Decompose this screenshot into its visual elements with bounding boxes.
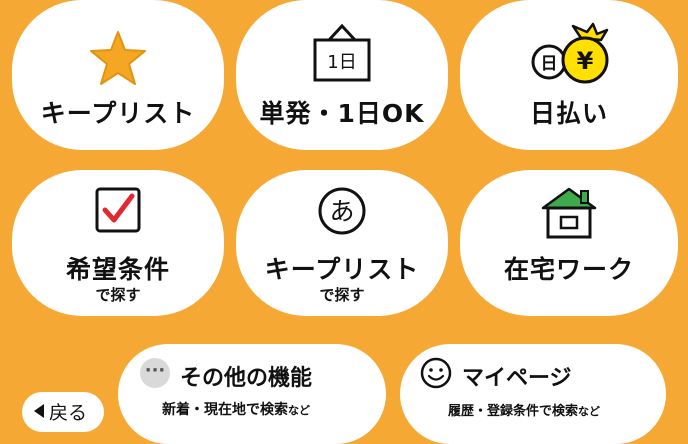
back-button[interactable]: 戻る (22, 392, 104, 432)
my-page-subtitle: 履歴・登録条件で検索など (448, 400, 600, 419)
subtitle-suffix: など (288, 404, 310, 417)
tile-title: 単発・1日OK (259, 99, 425, 128)
smiley-icon (420, 357, 452, 389)
my-page-button[interactable]: マイページ 履歴・登録条件で検索など (400, 344, 666, 444)
tile-subtitle: で探す (95, 286, 141, 304)
yen-icon-text: ¥ (577, 47, 594, 75)
more-dots-icon: ··· (140, 358, 170, 388)
subtitle-main: 履歴・登録条件で検索 (448, 404, 579, 419)
star-icon (89, 30, 147, 86)
one-day-ok-tile[interactable]: 1日 単発・1日OK (236, 0, 448, 150)
other-features-button[interactable]: ··· その他の機能 新着・現在地で検索など (118, 344, 386, 444)
calendar-icon-text: 1日 (327, 52, 356, 73)
hiragana-a-icon: あ (317, 186, 367, 236)
tile-title: 在宅ワーク (503, 255, 634, 284)
my-page-title: マイページ (462, 366, 572, 391)
house-icon (541, 186, 597, 240)
daily-pay-tile[interactable]: 日 ¥ 日払い (460, 0, 678, 150)
tile-title: 希望条件 (65, 255, 170, 284)
remote-work-tile[interactable]: 在宅ワーク (460, 170, 678, 316)
back-arrow-icon (34, 404, 44, 418)
calendar-1-day-icon: 1日 (311, 20, 373, 84)
subtitle-suffix: など (578, 405, 601, 418)
back-label: 戻る (49, 402, 88, 424)
hiragana-icon-text: あ (329, 197, 354, 226)
tile-title: キープリスト (40, 99, 196, 128)
tile-subtitle: で探す (319, 286, 365, 304)
tile-title: キープリスト (264, 255, 420, 284)
day-icon-text: 日 (541, 54, 558, 74)
checkbox-icon (94, 186, 142, 234)
search-by-conditions-tile[interactable]: 希望条件 で探す (12, 170, 224, 316)
search-by-keep-list-tile[interactable]: あ キープリスト で探す (236, 170, 448, 316)
other-features-subtitle: 新着・現在地で検索など (162, 399, 310, 419)
daily-pay-coin-icon: 日 ¥ (527, 22, 611, 86)
keep-list-tile[interactable]: キープリスト (12, 0, 224, 150)
tile-title: 日払い (529, 99, 608, 128)
subtitle-main: 新着・現在地で検索 (162, 402, 288, 418)
other-features-title: その他の機能 (180, 366, 313, 391)
